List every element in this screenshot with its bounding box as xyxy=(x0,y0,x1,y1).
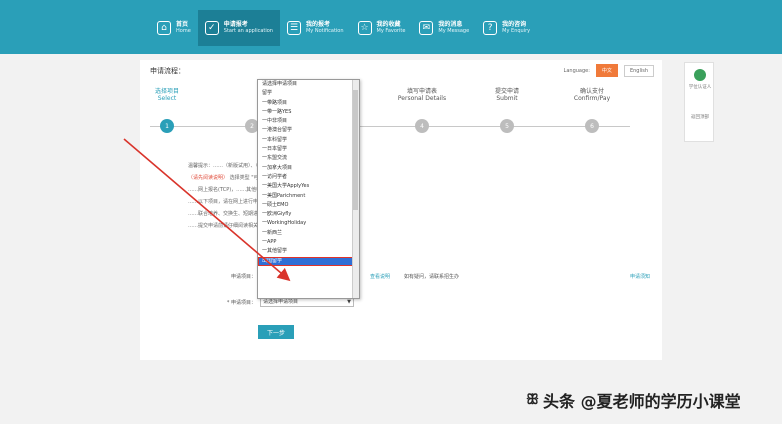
dropdown-scrollbar-thumb[interactable] xyxy=(353,90,358,210)
nav-icon-4: ✉ xyxy=(419,21,434,35)
step-label-4: 填写申请表 Personal Details xyxy=(397,88,447,102)
nav-icon-3: ☆ xyxy=(357,21,372,35)
nav-icon-0: ⌂ xyxy=(157,21,171,35)
application-steps: 选择项目Select12填写个人信息Load3填写申请表Personal Det… xyxy=(150,88,650,138)
nav-sublabel: My Notification xyxy=(305,28,344,34)
dropdown-option[interactable]: 一新西兰 xyxy=(258,229,359,238)
dropdown-option[interactable]: 一其他留学 xyxy=(258,247,359,256)
nav-label: 申请报考 xyxy=(223,21,248,28)
nav-sublabel: My Enquiry xyxy=(502,28,531,34)
top-navigation-bar: ⌂ 首页 Home ✓ 申请报考 Start an application ☰ 我的报考 My … xyxy=(0,0,782,54)
application-notes-link[interactable]: 申请须知 xyxy=(630,273,650,280)
dropdown-option[interactable]: 留学 xyxy=(258,89,359,98)
watermark: ꕥ 头条 @夏老师的学历小课堂 xyxy=(526,378,776,422)
chevron-down-icon: ▼ xyxy=(347,299,351,305)
dropdown-option[interactable]: 一硕士EMO xyxy=(258,201,359,210)
notice-red-hint: （请先阅读说明） xyxy=(188,175,229,181)
watermark-text: 头条 @夏老师的学历小课堂 xyxy=(543,392,741,411)
project-label: * 申请项目： xyxy=(226,299,256,306)
dropdown-option[interactable]: 一APP xyxy=(258,238,359,247)
dropdown-option[interactable]: 一美国大学ApplyYes xyxy=(258,182,359,191)
nav-item-0[interactable]: ⌂ 首页 Home xyxy=(150,10,198,46)
nav-icon-2: ☰ xyxy=(286,21,301,35)
project-dropdown-list[interactable]: 请选择申请项目 留学 一带路项目 一带一路YES 一中非项目 一港澳台留学 一本科留学 一日本… xyxy=(257,79,360,299)
language-label: Language: xyxy=(563,67,590,74)
dropdown-option[interactable]: 请选择申请项目 xyxy=(258,80,359,89)
nav-item-1[interactable]: ✓ 申请报考 Start an application xyxy=(197,10,280,46)
project-select-value: 请选择申请项目 xyxy=(263,299,299,305)
step-label-5: 提交申请 Submit xyxy=(494,88,519,102)
dropdown-option[interactable]: 一中非项目 xyxy=(258,117,359,126)
dropdown-option[interactable]: 一港澳台留学 xyxy=(258,126,359,135)
language-switcher: Language: 中文 English xyxy=(564,64,654,77)
lang-english-button[interactable]: English xyxy=(623,64,654,77)
dropdown-option[interactable]: 一欧洲Giyfly xyxy=(258,210,359,219)
nav-icon-1: ✓ xyxy=(204,21,219,35)
nav-sublabel: Start an application xyxy=(223,28,273,34)
sidebar-label-certification[interactable]: 学位认证人 xyxy=(687,85,713,91)
step-dot-1: 1 xyxy=(160,119,174,133)
dropdown-option[interactable]: 一加拿大项目 xyxy=(258,164,359,173)
nav-item-5[interactable]: ? 我的咨询 My Enquiry xyxy=(476,10,537,46)
nav-item-4[interactable]: ✉ 我的消息 My Message xyxy=(412,10,476,46)
dropdown-option[interactable]: 一带路项目 xyxy=(258,99,359,108)
dropdown-option[interactable]: 出国留学 xyxy=(258,256,359,266)
dropdown-option[interactable]: 一WorkingHoliday xyxy=(258,219,359,228)
avatar[interactable] xyxy=(694,69,706,81)
view-instructions-link[interactable]: 查看说明 xyxy=(370,273,390,280)
application-panel: 申请流程： Language: 中文 English 选择项目 Select 1 2 填… xyxy=(140,60,662,360)
dropdown-scrollbar[interactable] xyxy=(352,80,359,298)
dropdown-option[interactable]: 一东盟交流 xyxy=(258,154,359,163)
main-nav: ⌂ 首页 Home ✓ 申请报考 Start an application ☰ 我的报考 My … xyxy=(150,10,537,46)
step-dot-6: 6 xyxy=(585,119,599,133)
step-dot-4: 4 xyxy=(415,119,429,133)
steps-progress-line xyxy=(150,126,630,127)
next-step-button[interactable]: 下一步 xyxy=(258,325,294,339)
nav-label: 我的消息 xyxy=(438,21,463,28)
page-title: 申请流程： xyxy=(150,67,185,75)
nav-label: 我的收藏 xyxy=(376,21,401,28)
nav-label: 首页 xyxy=(176,21,189,28)
dropdown-option[interactable]: 一访问学者 xyxy=(258,173,359,182)
nav-label: 我的咨询 xyxy=(502,21,527,28)
lang-chinese-button[interactable]: 中文 xyxy=(595,64,618,77)
type-label: 申请项目： xyxy=(230,273,256,280)
right-sidebar: 学位认证人 返回顶部 xyxy=(684,62,714,142)
step-label-1: 选择项目 Select xyxy=(154,88,179,102)
dropdown-option[interactable]: 一日本留学 xyxy=(258,145,359,154)
step-label-6: 确认支付 Confirm/Pay xyxy=(573,88,611,102)
dropdown-option[interactable]: 一美国Parichment xyxy=(258,192,359,201)
page-root: ⌂ 首页 Home ✓ 申请报考 Start an application ☰ 我的报考 My … xyxy=(0,0,782,424)
toutiao-logo-icon: ꕥ xyxy=(526,392,539,408)
nav-sublabel: Home xyxy=(176,28,191,34)
nav-item-2[interactable]: ☰ 我的报考 My Notification xyxy=(280,10,351,46)
contact-hint: 如有疑问，请联系招生办 xyxy=(404,273,460,280)
sidebar-label-top[interactable]: 返回顶部 xyxy=(687,115,713,121)
dropdown-option[interactable]: 一带一路YES xyxy=(258,108,359,117)
nav-sublabel: My Favorite xyxy=(376,28,406,34)
nav-item-3[interactable]: ☆ 我的收藏 My Favorite xyxy=(351,10,413,46)
nav-sublabel: My Message xyxy=(438,28,470,34)
dropdown-option[interactable]: 一本科留学 xyxy=(258,136,359,145)
nav-icon-5: ? xyxy=(483,21,498,35)
nav-label: 我的报考 xyxy=(305,21,330,28)
step-dot-5: 5 xyxy=(500,119,514,133)
